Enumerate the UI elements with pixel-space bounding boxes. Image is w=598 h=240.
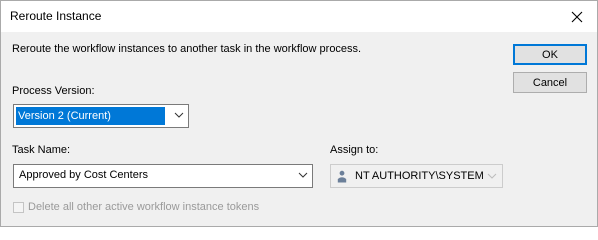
user-icon [337, 170, 347, 183]
assign-to-value: NT AUTHORITY\SYSTEM [355, 170, 484, 182]
delete-tokens-label: Delete all other active workflow instanc… [28, 201, 260, 213]
reroute-instance-dialog: Reroute Instance Reroute the workflow in… [0, 0, 598, 227]
close-icon [571, 11, 583, 22]
task-name-value: Approved by Cost Centers [19, 169, 149, 181]
title-bar: Reroute Instance [1, 1, 597, 32]
assign-to-select[interactable]: NT AUTHORITY\SYSTEM [330, 164, 503, 188]
process-version-value: Version 2 (Current) [16, 107, 165, 125]
task-name-select[interactable]: Approved by Cost Centers [13, 164, 313, 188]
chevron-down-icon [487, 173, 497, 179]
delete-tokens-checkbox[interactable] [13, 201, 24, 213]
assign-to-label: Assign to: [330, 144, 379, 156]
cancel-button-label: Cancel [532, 76, 568, 89]
process-version-select[interactable]: Version 2 (Current) [13, 104, 189, 128]
ok-button-label: OK [542, 48, 558, 61]
close-button[interactable] [557, 1, 597, 32]
process-version-label: Process Version: [12, 85, 95, 97]
instruction-text: Reroute the workflow instances to anothe… [12, 43, 362, 55]
task-name-label: Task Name: [12, 144, 71, 156]
delete-tokens-option[interactable]: Delete all other active workflow instanc… [13, 201, 259, 213]
chevron-down-icon [174, 112, 184, 118]
ok-button[interactable]: OK [513, 44, 587, 65]
chevron-down-icon [298, 172, 308, 178]
dialog-title: Reroute Instance [10, 9, 102, 23]
cancel-button[interactable]: Cancel [513, 72, 587, 93]
